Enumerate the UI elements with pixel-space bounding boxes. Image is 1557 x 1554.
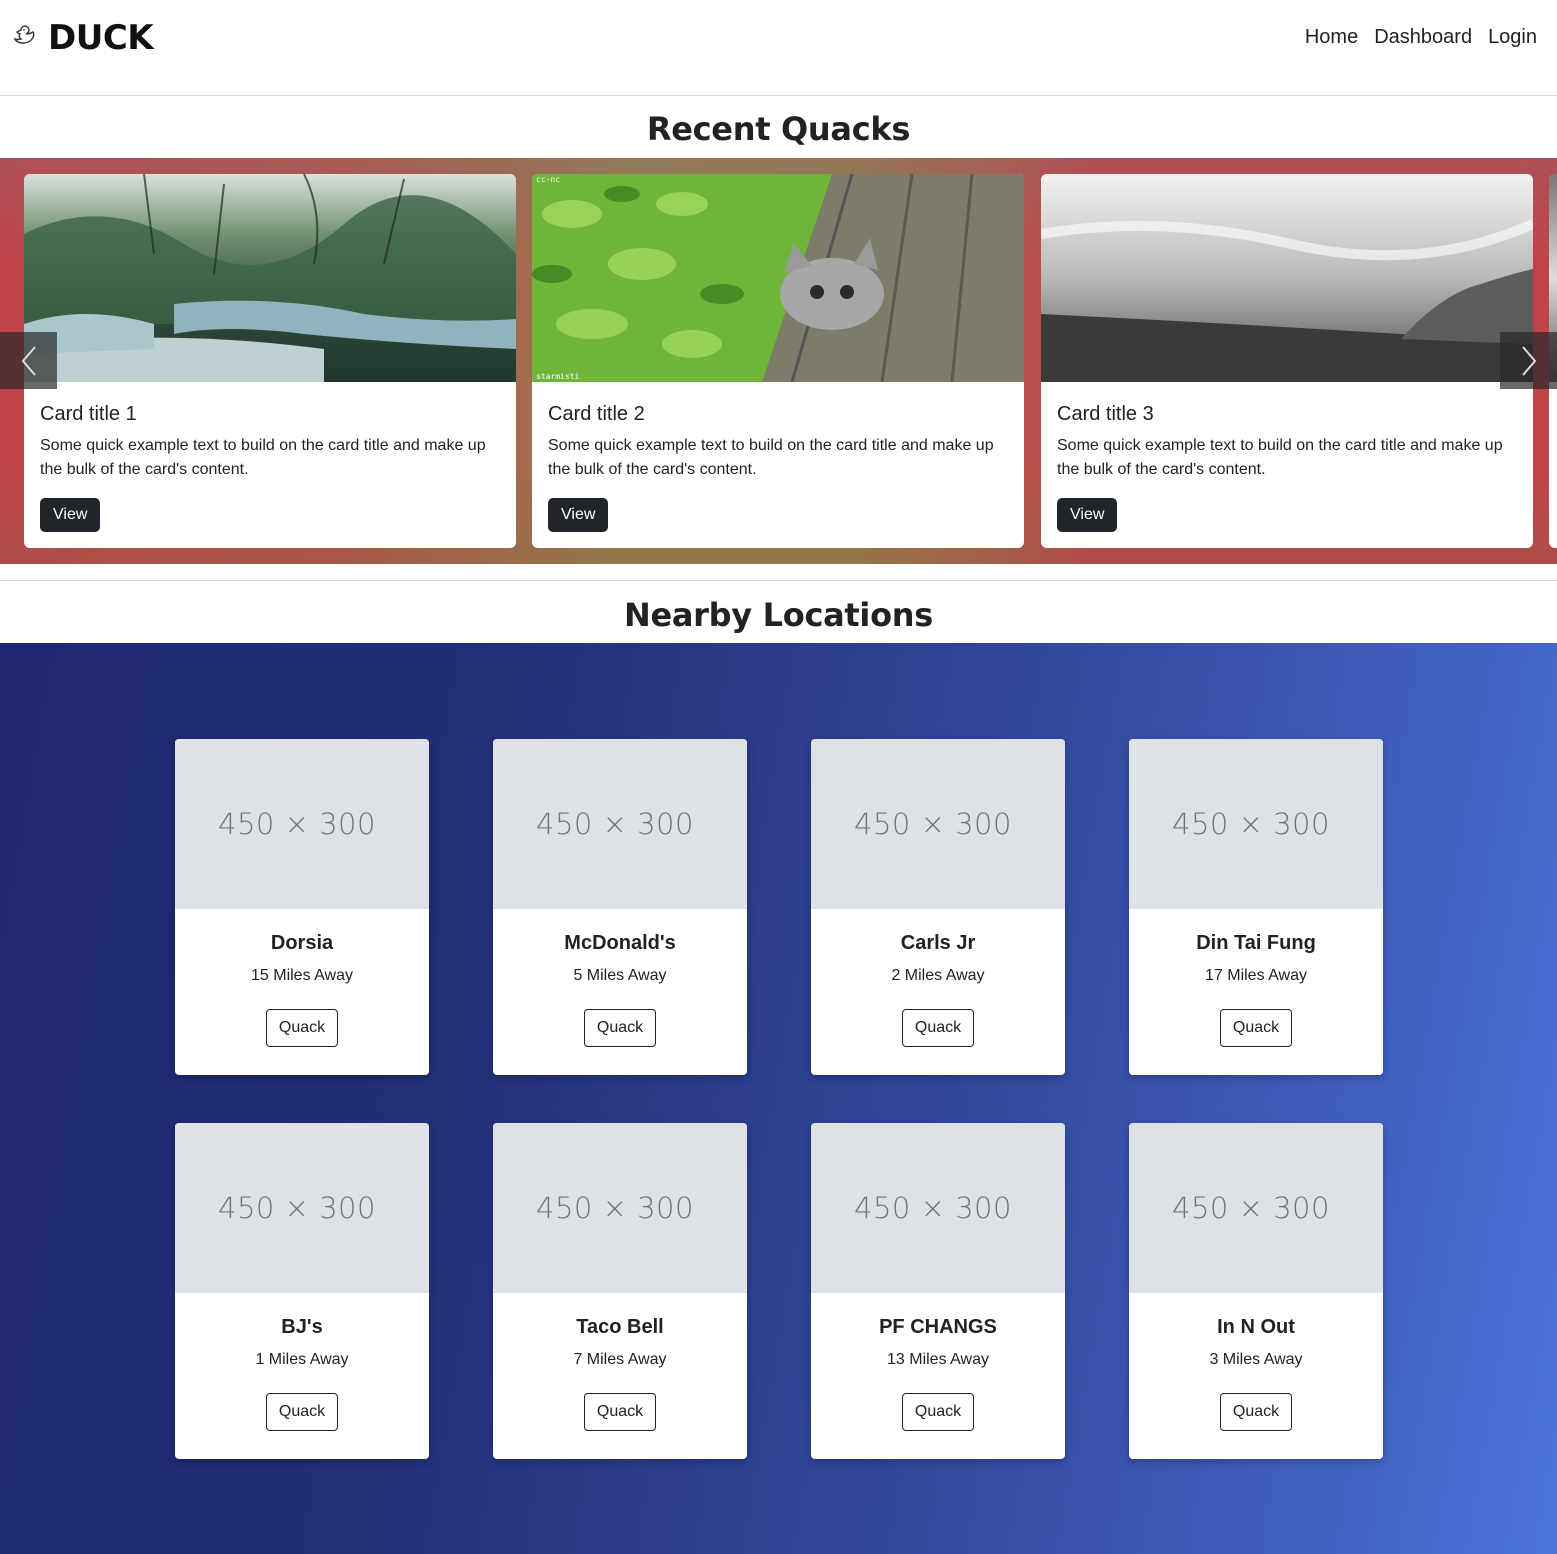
duck-icon: [13, 25, 35, 44]
nav-dashboard[interactable]: Dashboard: [1374, 26, 1472, 49]
location-card: 450 × 300 PF CHANGS 13 Miles Away Quack: [811, 1123, 1065, 1459]
location-name: Dorsia: [270, 932, 334, 954]
location-card: 450 × 300 Taco Bell 7 Miles Away Quack: [493, 1123, 747, 1459]
location-name: In N Out: [1217, 1316, 1295, 1338]
quack-card-title: Card title 2: [548, 403, 645, 425]
kitten-in-tree-photo: cc-nc starmisti: [532, 174, 1024, 383]
quack-button[interactable]: Quack: [265, 1009, 339, 1047]
location-distance: 13 Miles Away: [887, 1351, 989, 1368]
location-distance: 15 Miles Away: [251, 967, 353, 984]
location-distance: 1 Miles Away: [255, 1351, 349, 1368]
navbar: DUCK Home Dashboard Login: [0, 0, 1557, 96]
quack-card-text: Some quick example text to build on the …: [40, 437, 486, 478]
image-placeholder: 450 × 300: [1129, 739, 1383, 909]
image-placeholder: 450 × 300: [493, 739, 747, 909]
image-placeholder: 450 × 300: [175, 1123, 429, 1293]
view-button[interactable]: View: [548, 498, 609, 532]
nav-home[interactable]: Home: [1305, 26, 1358, 49]
section-divider: [0, 580, 1557, 581]
brand-name: DUCK: [48, 18, 154, 58]
location-name: BJ's: [281, 1316, 323, 1338]
quack-button[interactable]: Quack: [265, 1393, 339, 1431]
svg-text:cc-nc: cc-nc: [536, 175, 560, 184]
location-card: 450 × 300 Carls Jr 2 Miles Away Quack: [811, 739, 1065, 1075]
view-button[interactable]: View: [40, 498, 101, 532]
nav-links: Home Dashboard Login: [1305, 26, 1537, 49]
quack-card-title: Card title 1: [40, 403, 137, 425]
svg-text:starmisti: starmisti: [536, 372, 580, 381]
quack-button[interactable]: Quack: [1219, 1009, 1293, 1047]
location-name: Din Tai Fung: [1196, 932, 1316, 954]
quack-card-text: Some quick example text to build on the …: [1057, 437, 1503, 478]
chevron-left-icon: [21, 345, 36, 376]
quack-card: Card title 1 Some quick example text to …: [24, 174, 516, 548]
carousel-next-button[interactable]: [1500, 332, 1557, 389]
quack-card-title: Card title 3: [1057, 403, 1154, 425]
carousel-prev-button[interactable]: [0, 332, 57, 389]
location-card: 450 × 300 In N Out 3 Miles Away Quack: [1129, 1123, 1383, 1459]
nearby-locations-heading: Nearby Locations: [624, 596, 933, 634]
image-placeholder: 450 × 300: [493, 1123, 747, 1293]
brand-link[interactable]: DUCK: [12, 18, 154, 58]
nav-login[interactable]: Login: [1488, 26, 1537, 49]
quack-card: Card title 3 Some quick example text to …: [1041, 174, 1533, 548]
location-distance: 5 Miles Away: [573, 967, 667, 984]
forest-stream-photo: [24, 174, 516, 382]
location-card: 450 × 300 Dorsia 15 Miles Away Quack: [175, 739, 429, 1075]
nearby-locations-section: 450 × 300 Dorsia 15 Miles Away Quack 450…: [0, 643, 1557, 1554]
recent-quacks-carousel: Card title 1 Some quick example text to …: [0, 158, 1557, 564]
image-placeholder: 450 × 300: [1129, 1123, 1383, 1293]
location-distance: 17 Miles Away: [1205, 967, 1307, 984]
location-distance: 3 Miles Away: [1209, 1351, 1303, 1368]
recent-quacks-heading: Recent Quacks: [646, 110, 911, 148]
location-name: Taco Bell: [576, 1316, 664, 1338]
location-card: 450 × 300 Din Tai Fung 17 Miles Away Qua…: [1129, 739, 1383, 1075]
view-button[interactable]: View: [1057, 498, 1118, 532]
location-card: 450 × 300 McDonald's 5 Miles Away Quack: [493, 739, 747, 1075]
quack-button[interactable]: Quack: [1219, 1393, 1293, 1431]
image-placeholder: 450 × 300: [175, 739, 429, 909]
location-name: PF CHANGS: [879, 1316, 997, 1338]
chevron-right-icon: [1521, 345, 1536, 376]
location-distance: 2 Miles Away: [891, 967, 985, 984]
location-distance: 7 Miles Away: [573, 1351, 667, 1368]
grayscale-landscape-photo: [1041, 174, 1533, 382]
quack-button[interactable]: Quack: [583, 1393, 657, 1431]
location-name: Carls Jr: [900, 932, 976, 954]
image-placeholder: 450 × 300: [811, 739, 1065, 909]
location-card: 450 × 300 BJ's 1 Miles Away Quack: [175, 1123, 429, 1459]
quack-button[interactable]: Quack: [583, 1009, 657, 1047]
location-name: McDonald's: [564, 932, 676, 954]
quack-button[interactable]: Quack: [901, 1393, 975, 1431]
image-placeholder: 450 × 300: [811, 1123, 1065, 1293]
quack-card: cc-nc starmisti Card title 2 Some quick …: [532, 174, 1024, 548]
quack-card-text: Some quick example text to build on the …: [548, 437, 994, 478]
quack-button[interactable]: Quack: [901, 1009, 975, 1047]
